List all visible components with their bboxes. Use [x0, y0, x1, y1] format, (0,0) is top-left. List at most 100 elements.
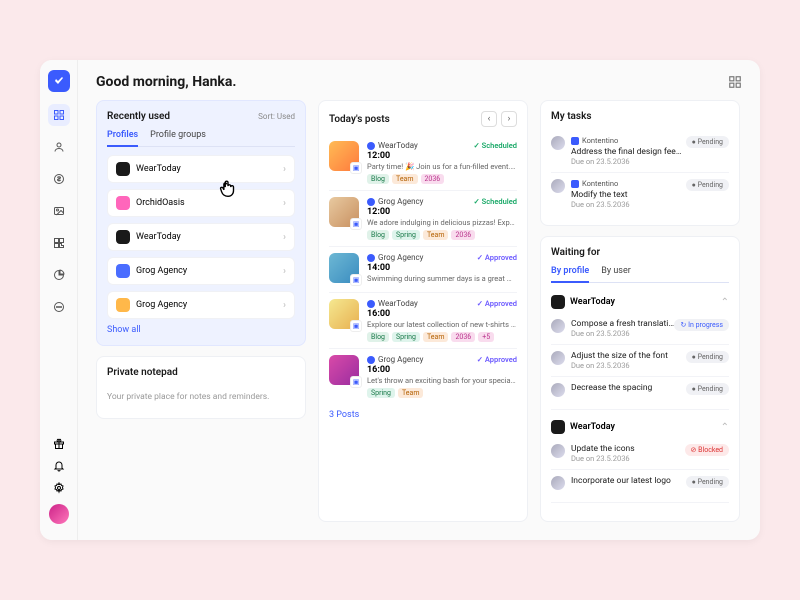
task-badge: ● Pending	[686, 351, 729, 363]
post-tag: Team	[423, 332, 449, 342]
nav-settings-icon[interactable]	[53, 482, 65, 494]
profile-row[interactable]: Grog Agency›	[107, 291, 295, 319]
task-title: Address the final design feedback	[571, 147, 686, 157]
post-time: 12:00	[367, 151, 517, 161]
waiting-task-row[interactable]: Decrease the spacing● Pending	[551, 377, 729, 403]
post-tag: 2036	[451, 230, 475, 240]
notepad-placeholder[interactable]: Your private place for notes and reminde…	[107, 386, 295, 408]
waiting-task-row[interactable]: Adjust the size of the fontDue on 23.5.2…	[551, 345, 729, 377]
post-row[interactable]: ▣ WearToday ✓ Approved 16:00 Explore our…	[329, 293, 517, 349]
waiting-section-header[interactable]: WearToday⌃	[551, 416, 729, 438]
task-due: Due on 23.5.2036	[571, 200, 630, 209]
post-tag: Spring	[367, 388, 395, 398]
post-profile: Grog Agency	[367, 197, 423, 206]
post-thumb: ▣	[329, 299, 359, 329]
nav-more-icon[interactable]	[48, 296, 70, 318]
post-text: Party time! 🎉 Join us for a fun-filled e…	[367, 162, 517, 171]
chevron-right-icon: ›	[283, 198, 286, 209]
post-tag: Spring	[392, 230, 420, 240]
post-tag: Blog	[367, 230, 389, 240]
user-avatar[interactable]	[49, 504, 69, 524]
profile-row[interactable]: Grog Agency›	[107, 257, 295, 285]
nav-qr-icon[interactable]	[48, 232, 70, 254]
task-avatar	[551, 136, 565, 150]
posts-more-link[interactable]: 3 Posts	[329, 410, 517, 420]
recently-used-tabs: Profiles Profile groups	[107, 130, 295, 147]
task-badge: ● Pending	[686, 179, 729, 191]
app-logo[interactable]	[48, 70, 70, 92]
task-title: Incorporate our latest logo	[571, 476, 671, 486]
waiting-section: WearToday⌃Compose a fresh translationDue…	[551, 291, 729, 410]
post-tag: Team	[398, 388, 424, 398]
tab-by-profile[interactable]: By profile	[551, 266, 589, 283]
nav-dollar-icon[interactable]	[48, 168, 70, 190]
today-posts-card: Today's posts ‹ › ▣ WearToday ✓ Schedule…	[318, 100, 528, 522]
task-badge: ● Pending	[686, 476, 729, 488]
post-time: 14:00	[367, 263, 517, 273]
profile-row[interactable]: WearToday ›	[107, 223, 295, 251]
post-thumb: ▣	[329, 355, 359, 385]
recently-used-card: Recently used Sort: Used Profiles Profil…	[96, 100, 306, 346]
tab-by-user[interactable]: By user	[601, 266, 631, 282]
waiting-section-header[interactable]: WearToday⌃	[551, 291, 729, 313]
task-avatar	[551, 351, 565, 365]
tab-profile-groups[interactable]: Profile groups	[150, 130, 206, 146]
task-row[interactable]: KontentinoAddress the final design feedb…	[551, 130, 729, 173]
post-profile: WearToday	[367, 299, 418, 308]
task-title: Adjust the size of the font	[571, 351, 668, 361]
post-time: 12:00	[367, 207, 517, 217]
chevron-up-icon: ⌃	[721, 297, 729, 308]
nav-chart-icon[interactable]	[48, 264, 70, 286]
chevron-up-icon: ⌃	[721, 422, 729, 433]
task-avatar	[551, 319, 565, 333]
notepad-card: Private notepad Your private place for n…	[96, 356, 306, 419]
chevron-right-icon: ›	[283, 300, 286, 311]
waiting-task-row[interactable]: Update the iconsDue on 23.5.2036⊘ Blocke…	[551, 438, 729, 470]
chevron-right-icon: ›	[283, 232, 286, 243]
post-profile: Grog Agency	[367, 355, 423, 364]
nav-bell-icon[interactable]	[53, 460, 65, 472]
post-tag: Spring	[392, 332, 420, 342]
left-sidebar	[40, 60, 78, 540]
nav-gift-icon[interactable]	[53, 438, 65, 450]
task-badge: ● Pending	[686, 136, 729, 148]
layout-icon[interactable]	[728, 75, 742, 89]
post-row[interactable]: ▣ Grog Agency ✓ Approved 14:00 Swimming …	[329, 247, 517, 293]
waiting-card: Waiting for By profile By user WearToday…	[540, 236, 740, 522]
post-tag: Blog	[367, 332, 389, 342]
chevron-right-icon: ›	[283, 164, 286, 175]
post-profile: Grog Agency	[367, 253, 423, 262]
show-all-link[interactable]: Show all	[107, 325, 295, 335]
task-row[interactable]: KontentinoModify the textDue on 23.5.203…	[551, 173, 729, 215]
task-avatar	[551, 444, 565, 458]
post-row[interactable]: ▣ Grog Agency ✓ Approved 16:00 Let's thr…	[329, 349, 517, 404]
post-row[interactable]: ▣ Grog Agency ✓ Scheduled 12:00 We adore…	[329, 191, 517, 247]
post-tag: 2036	[421, 174, 445, 184]
waiting-task-row[interactable]: Incorporate our latest logo ● Pending	[551, 470, 729, 496]
tab-profiles[interactable]: Profiles	[107, 130, 138, 147]
profile-row[interactable]: OrchidOasis›	[107, 189, 295, 217]
post-status: ✓ Scheduled	[474, 141, 517, 150]
sort-label[interactable]: Sort: Used	[258, 112, 295, 121]
post-row[interactable]: ▣ WearToday ✓ Scheduled 12:00 Party time…	[329, 135, 517, 191]
app-window: Good morning, Hanka. Recently used Sort:…	[40, 60, 760, 540]
nav-image-icon[interactable]	[48, 200, 70, 222]
post-text: Swimming during summer days is a great w…	[367, 274, 517, 283]
post-text: We adore indulging in delicious pizzas! …	[367, 218, 517, 227]
post-platform-icon: ▣	[350, 320, 362, 332]
posts-prev-button[interactable]: ‹	[481, 111, 497, 127]
profile-row[interactable]: WearToday›	[107, 155, 295, 183]
nav-user-icon[interactable]	[48, 136, 70, 158]
profile-name: Grog Agency	[136, 266, 187, 276]
post-status: ✓ Approved	[477, 299, 517, 308]
page-title: Good morning, Hanka.	[96, 74, 236, 90]
task-avatar	[551, 383, 565, 397]
post-tag: Team	[423, 230, 449, 240]
posts-next-button[interactable]: ›	[501, 111, 517, 127]
post-platform-icon: ▣	[350, 376, 362, 388]
nav-dashboard-icon[interactable]	[48, 104, 70, 126]
waiting-title: Waiting for	[551, 247, 600, 258]
profile-name: WearToday	[136, 232, 181, 242]
my-tasks-card: My tasks KontentinoAddress the final des…	[540, 100, 740, 226]
waiting-task-row[interactable]: Compose a fresh translationDue on 23.5.2…	[551, 313, 729, 345]
